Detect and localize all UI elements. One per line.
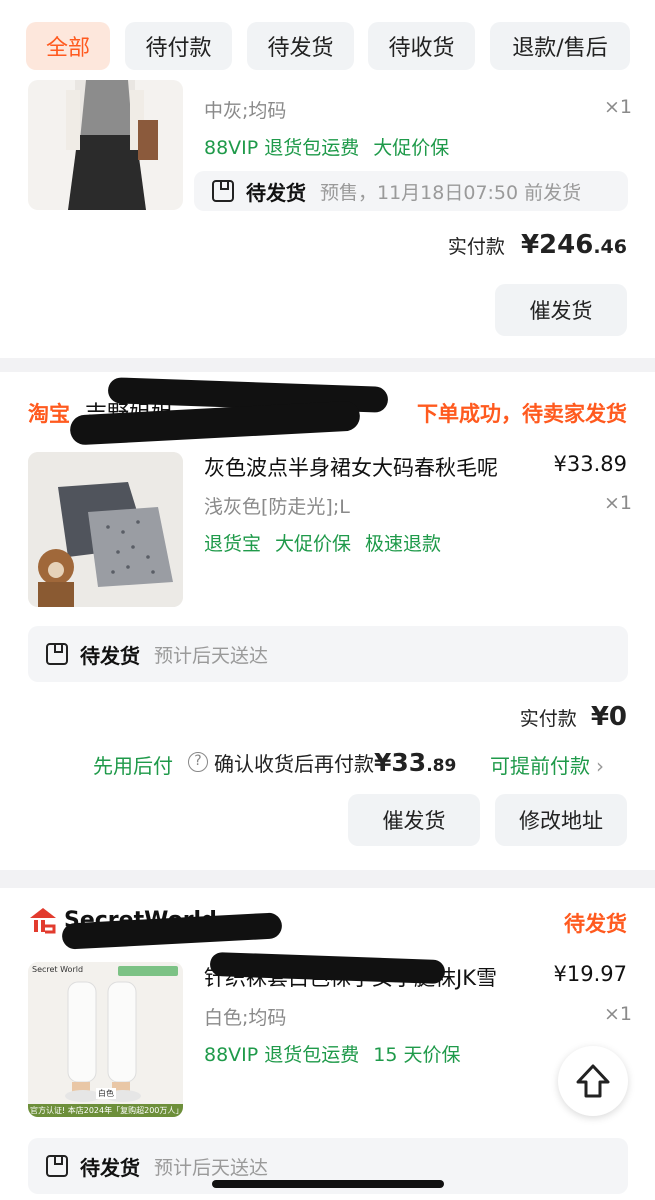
- product-thumbnail[interactable]: Secret World 白色 官方认证! 本店2024年「复购超200万人」: [28, 962, 183, 1117]
- product-title[interactable]: 灰色波点半身裙女大码春秋毛呢: [204, 452, 498, 482]
- paid-amount: 实付款 ¥246.46: [448, 230, 627, 260]
- package-icon: [212, 180, 234, 202]
- thumb-brand: Secret World: [32, 965, 84, 974]
- arrow-up-icon: [576, 1064, 610, 1098]
- confirm-pay-amount-decimal: .89: [426, 756, 457, 776]
- help-icon[interactable]: ?: [188, 752, 208, 772]
- product-spec: 白色;均码: [204, 1007, 287, 1029]
- chevron-right-icon: ›: [596, 754, 604, 778]
- pay-early-label: 可提前付款: [490, 754, 590, 778]
- paid-amount: 实付款 ¥0: [520, 702, 627, 732]
- home-indicator: [212, 1180, 444, 1188]
- pay-early-link[interactable]: 可提前付款 ›: [490, 750, 604, 779]
- service-tag: 极速退款: [365, 533, 442, 555]
- order-status: 下单成功，待卖家发货: [417, 402, 627, 426]
- status-detail: 预计后天送达: [154, 644, 269, 667]
- order-card-3: SecretWorld› 待发货 Secret World 白色 官方认证! 本…: [0, 888, 655, 1200]
- product-price: ¥33.89: [553, 452, 627, 476]
- order-tabs: 全部 待付款 待发货 待收货 退款/售后: [0, 0, 655, 80]
- service-tag: 15 天价保: [373, 1044, 461, 1066]
- confirm-pay-text: 确认收货后再付款¥33.89: [214, 748, 456, 777]
- confirm-pay-label: 确认收货后再付款: [214, 752, 374, 776]
- product-qty: ×1: [604, 1003, 633, 1025]
- product-thumbnail[interactable]: [28, 452, 183, 607]
- thumb-color: 白色: [96, 1088, 116, 1099]
- tab-pending-receipt[interactable]: 待收货: [368, 22, 475, 70]
- service-tags: 88VIP 退货包运费 15 天价保: [204, 1040, 475, 1067]
- order-card-1: 中灰;均码 ×1 88VIP 退货包运费 大促价保 待发货 预售，11月18日07…: [0, 80, 655, 358]
- service-tag: 大促价保: [275, 533, 352, 555]
- shop-logo-icon: [28, 906, 58, 934]
- shipping-status[interactable]: 待发货 预售，11月18日07:50 前发货: [194, 171, 628, 211]
- paid-label: 实付款: [519, 708, 577, 730]
- buy-now-pay-later[interactable]: 先用后付: [93, 750, 173, 779]
- product-spec: 浅灰色[防走光];L: [204, 496, 350, 518]
- product-spec: 中灰;均码: [204, 100, 287, 122]
- service-tag: 88VIP 退货包运费: [204, 137, 360, 159]
- service-tag: 大促价保: [373, 137, 450, 159]
- product-qty: ×1: [604, 492, 633, 514]
- service-tag: 退货宝: [204, 533, 262, 555]
- paid-label: 实付款: [447, 236, 505, 258]
- back-to-top-button[interactable]: [558, 1046, 628, 1116]
- service-tag: 88VIP 退货包运费: [204, 1044, 360, 1066]
- change-address-button[interactable]: 修改地址: [495, 794, 627, 846]
- tab-pending-payment[interactable]: 待付款: [125, 22, 232, 70]
- urge-shipment-button[interactable]: 催发货: [495, 284, 627, 336]
- status-label: 待发货: [80, 1155, 140, 1180]
- status-detail: 预售，11月18日07:50 前发货: [320, 181, 582, 204]
- status-detail: 预计后天送达: [154, 1156, 269, 1179]
- package-icon: [46, 1155, 68, 1177]
- paid-value-decimal: .46: [593, 236, 627, 258]
- shipping-status[interactable]: 待发货 预计后天送达: [28, 626, 628, 682]
- status-label: 待发货: [80, 643, 140, 668]
- order-card-2: 淘宝 吉野姐姐 下单成功，待卖家发货 灰色波点半身裙女大码春秋毛呢 ¥33.89…: [0, 372, 655, 870]
- package-icon: [46, 643, 68, 665]
- thumb-footer: 官方认证! 本店2024年「复购超200万人」: [30, 1106, 183, 1115]
- taobao-logo: 淘宝: [28, 402, 70, 426]
- status-label: 待发货: [246, 180, 306, 205]
- product-price: ¥19.97: [553, 962, 627, 986]
- paid-value-integer: ¥246: [520, 230, 594, 260]
- urge-shipment-button[interactable]: 催发货: [348, 794, 480, 846]
- tab-pending-shipment[interactable]: 待发货: [247, 22, 354, 70]
- product-thumbnail[interactable]: [28, 80, 183, 210]
- product-image-skirt: [28, 452, 183, 607]
- product-qty: ×1: [604, 96, 633, 118]
- service-tags: 88VIP 退货包运费 大促价保: [204, 133, 463, 160]
- product-image-vest: [66, 80, 158, 210]
- service-tags: 退货宝 大促价保 极速退款: [204, 529, 455, 556]
- paid-value: ¥0: [590, 702, 627, 732]
- tab-refund-aftersale[interactable]: 退款/售后: [490, 22, 630, 70]
- confirm-pay-amount-integer: ¥33: [374, 748, 427, 777]
- order-status: 待发货: [564, 912, 627, 936]
- tab-all[interactable]: 全部: [26, 22, 110, 70]
